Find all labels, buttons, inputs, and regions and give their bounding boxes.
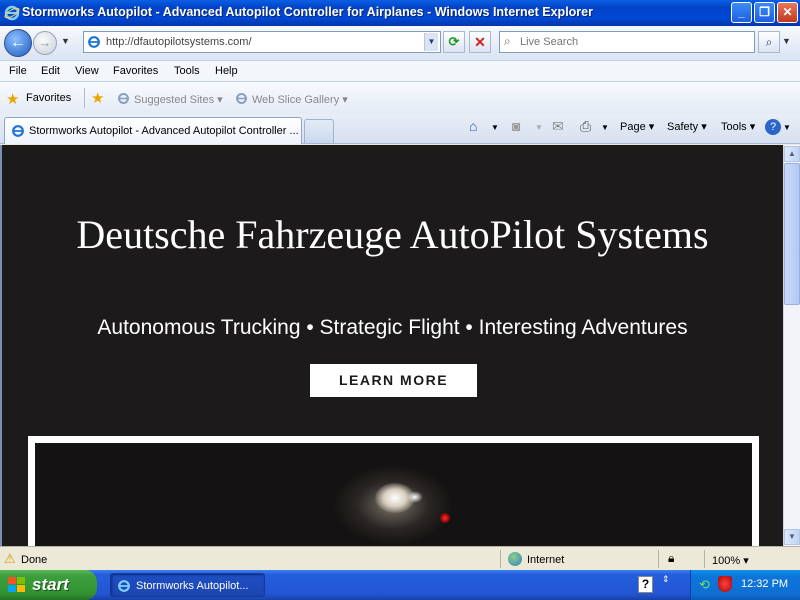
- security-zone-label[interactable]: Internet: [527, 554, 564, 566]
- status-bar: ⚠ Done Internet 🔒︎ 100% ▾: [0, 546, 800, 570]
- light-glow: [407, 491, 423, 503]
- home-dropdown-icon[interactable]: ▼: [491, 123, 499, 132]
- ie-logo-icon: [118, 580, 130, 592]
- search-go-button[interactable]: ⌕: [758, 31, 780, 53]
- favorites-star-icon[interactable]: ★: [6, 90, 19, 108]
- favorites-item-suggested-sites[interactable]: Suggested Sites ▾: [117, 92, 223, 106]
- scrollbar-thumb[interactable]: [784, 163, 800, 305]
- menu-favorites[interactable]: Favorites: [113, 65, 158, 77]
- scroll-down-button[interactable]: ▼: [784, 529, 800, 545]
- address-input[interactable]: [106, 34, 416, 50]
- close-button[interactable]: ✕: [777, 2, 798, 23]
- favorites-button[interactable]: Favorites: [26, 92, 71, 104]
- navigation-bar: ← → ▼ ▼ ⟳ ✕ ⌕ ⌕ ▼: [0, 26, 800, 60]
- tools-menu-button[interactable]: Tools ▾: [721, 120, 755, 133]
- feeds-dropdown-icon[interactable]: ▼: [535, 123, 543, 132]
- maximize-button[interactable]: ❐: [754, 2, 775, 23]
- scroll-up-button[interactable]: ▲: [784, 146, 800, 162]
- page-icon: [88, 36, 100, 48]
- title-bar[interactable]: Stormworks Autopilot - Advanced Autopilo…: [0, 0, 800, 26]
- windows-logo-icon: [8, 577, 25, 592]
- ie-logo-icon: [4, 5, 20, 21]
- page-icon: [236, 93, 247, 104]
- search-icon: ⌕: [504, 34, 511, 48]
- divider: [500, 550, 501, 568]
- refresh-button[interactable]: ⟳: [443, 31, 465, 53]
- red-beacon-light: [440, 513, 450, 523]
- minimize-button[interactable]: _: [731, 2, 752, 23]
- tab-label: Stormworks Autopilot - Advanced Autopilo…: [29, 125, 299, 137]
- menu-view[interactable]: View: [75, 65, 99, 77]
- menu-file[interactable]: File: [9, 65, 27, 77]
- menu-bar: File Edit View Favorites Tools Help: [0, 60, 800, 82]
- home-icon[interactable]: ⌂: [469, 118, 477, 134]
- search-input[interactable]: [520, 34, 745, 50]
- help-notification-icon[interactable]: ?: [638, 576, 653, 593]
- feeds-icon[interactable]: ◙: [512, 118, 520, 134]
- internet-zone-icon: [508, 552, 522, 566]
- status-text: Done: [21, 554, 48, 566]
- vertical-scrollbar[interactable]: ▲ ▼: [783, 145, 800, 546]
- address-bar[interactable]: ▼: [83, 31, 441, 53]
- help-icon[interactable]: ?: [765, 119, 781, 135]
- divider: [704, 550, 705, 568]
- web-page-content: Deutsche Fahrzeuge AutoPilot Systems Aut…: [0, 145, 783, 546]
- hero-photo-frame: [28, 436, 759, 546]
- learn-more-button[interactable]: LEARN MORE: [310, 364, 477, 397]
- tab-active[interactable]: Stormworks Autopilot - Advanced Autopilo…: [4, 117, 302, 144]
- taskbar-item-ie[interactable]: Stormworks Autopilot...: [110, 573, 265, 597]
- divider: [658, 550, 659, 568]
- mail-icon[interactable]: ✉: [552, 118, 564, 135]
- window-title: Stormworks Autopilot - Advanced Autopilo…: [22, 5, 593, 19]
- new-tab-button[interactable]: [304, 119, 334, 143]
- safety-menu-button[interactable]: Safety ▾: [667, 120, 707, 133]
- favorites-item-label: Web Slice Gallery ▾: [252, 94, 348, 106]
- add-to-favorites-icon[interactable]: ★: [91, 89, 104, 107]
- menu-edit[interactable]: Edit: [41, 65, 60, 77]
- search-options-dropdown-icon[interactable]: ▼: [782, 36, 791, 46]
- page-menu-button[interactable]: Page ▾: [620, 120, 654, 133]
- protected-mode-icon[interactable]: 🔒︎: [668, 551, 674, 566]
- start-button[interactable]: start: [0, 570, 97, 600]
- page-icon: [118, 93, 129, 104]
- stop-button[interactable]: ✕: [469, 31, 491, 53]
- network-icon[interactable]: ⟲: [699, 577, 710, 593]
- system-tray: ⟲ 12:32 PM: [690, 570, 800, 600]
- taskbar-item-label: Stormworks Autopilot...: [136, 580, 249, 592]
- tab-bar: Stormworks Autopilot - Advanced Autopilo…: [0, 114, 800, 144]
- start-label: start: [32, 575, 69, 594]
- taskbar: start Stormworks Autopilot... ? ⇕ ⟲ 12:3…: [0, 570, 800, 600]
- favorites-bar: ★ Favorites ★ Suggested Sites ▾ Web Slic…: [0, 82, 800, 114]
- clock[interactable]: 12:32 PM: [741, 578, 788, 590]
- warning-icon: ⚠: [4, 551, 16, 566]
- recent-pages-dropdown-icon[interactable]: ▼: [61, 36, 70, 46]
- print-icon[interactable]: ⎙: [580, 118, 591, 135]
- security-shield-icon[interactable]: [718, 576, 732, 592]
- menu-tools[interactable]: Tools: [174, 65, 200, 77]
- address-dropdown-icon[interactable]: ▼: [424, 33, 438, 51]
- help-dropdown-icon[interactable]: ▼: [783, 123, 791, 132]
- divider: [84, 88, 85, 108]
- favorites-item-web-slice-gallery[interactable]: Web Slice Gallery ▾: [235, 92, 348, 106]
- favorites-item-label: Suggested Sites ▾: [134, 94, 223, 106]
- hero-subtitle: Autonomous Trucking • Strategic Flight •…: [97, 316, 688, 339]
- search-box[interactable]: ⌕: [499, 31, 755, 53]
- page-icon: [12, 125, 24, 137]
- aircraft-night-photo: [35, 443, 752, 546]
- forward-button[interactable]: →: [33, 31, 57, 55]
- hero-title: Deutsche Fahrzeuge AutoPilot Systems: [76, 212, 709, 257]
- tray-expand-icon[interactable]: ⇕: [662, 575, 670, 584]
- back-button[interactable]: ←: [4, 29, 32, 57]
- zoom-level[interactable]: 100% ▾: [712, 554, 749, 567]
- print-dropdown-icon[interactable]: ▼: [601, 123, 609, 132]
- menu-help[interactable]: Help: [215, 65, 238, 77]
